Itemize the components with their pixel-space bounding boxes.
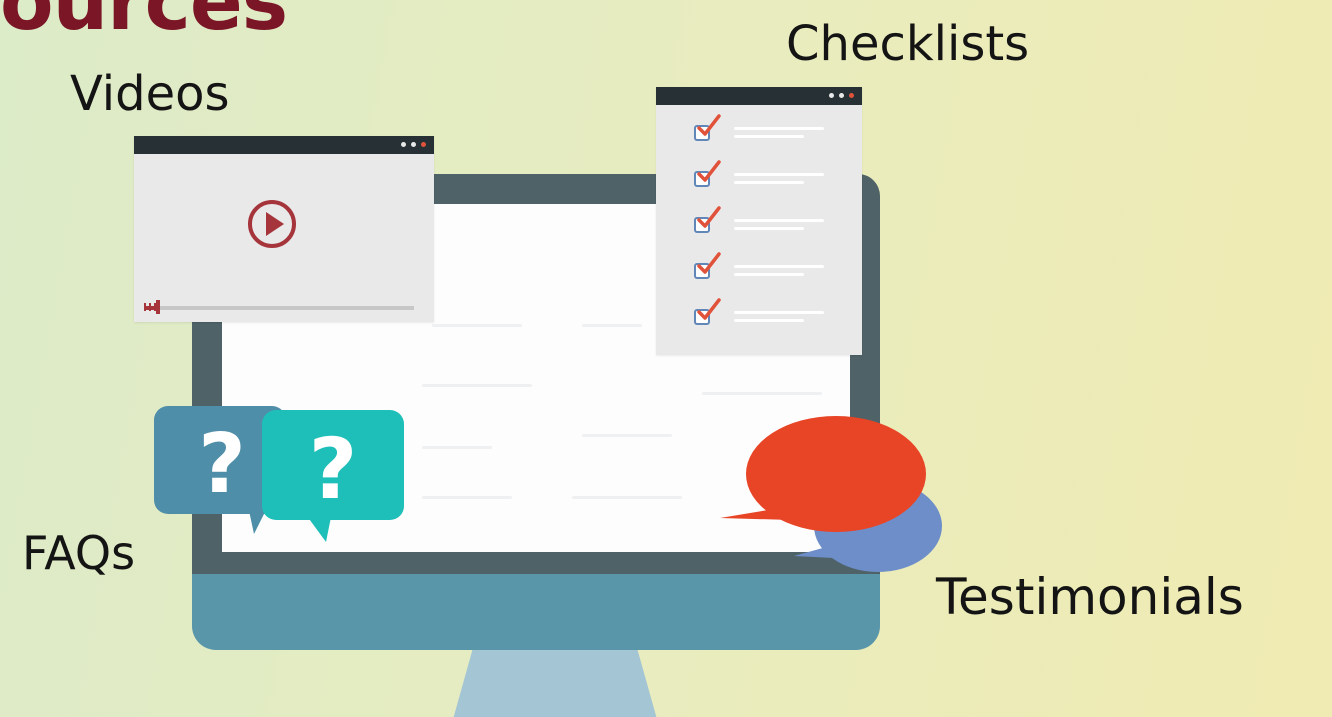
screen-text-line xyxy=(432,324,522,327)
video-progress-bar[interactable] xyxy=(146,306,414,310)
faq-bubbles: ? ? xyxy=(154,406,404,542)
screen-text-line xyxy=(422,496,512,499)
window-dot-icon xyxy=(829,93,834,98)
testimonial-bubbles xyxy=(720,416,942,572)
screen-text-line xyxy=(702,392,822,395)
checklist-line xyxy=(734,227,804,230)
checklist-line xyxy=(734,181,804,184)
window-titlebar xyxy=(134,136,434,154)
screen-text-line xyxy=(582,324,642,327)
checklist-item[interactable] xyxy=(694,206,844,237)
window-dot-icon xyxy=(839,93,844,98)
speech-bubble-icon xyxy=(720,416,926,532)
progress-tick-marks xyxy=(144,303,156,311)
play-icon[interactable] xyxy=(246,198,298,250)
question-bubble-icon: ? xyxy=(262,410,404,542)
monitor-chin xyxy=(192,574,880,650)
checklist-item[interactable] xyxy=(694,298,844,329)
checklist-line xyxy=(734,319,804,322)
testimonials-label: Testimonials xyxy=(936,568,1244,626)
window-titlebar xyxy=(656,87,862,105)
faq-question-mark: ? xyxy=(198,417,246,512)
checklist-line xyxy=(734,219,824,222)
checklists-label: Checklists xyxy=(786,16,1030,72)
window-close-icon xyxy=(421,142,426,147)
screen-text-line xyxy=(422,384,532,387)
checklist-line xyxy=(734,173,824,176)
check-mark-icon xyxy=(697,298,721,320)
checklist-line xyxy=(734,273,804,276)
checklist-line xyxy=(734,135,804,138)
checklist-window xyxy=(656,87,862,355)
videos-label: Videos xyxy=(70,66,230,122)
progress-handle[interactable] xyxy=(156,300,160,314)
check-mark-icon xyxy=(697,160,721,182)
faqs-label: FAQs xyxy=(22,526,136,580)
checklist-item[interactable] xyxy=(694,252,844,283)
checklist-line xyxy=(734,265,824,268)
video-window xyxy=(134,136,434,322)
checklist-line xyxy=(734,311,824,314)
window-dot-icon xyxy=(401,142,406,147)
monitor-stand xyxy=(450,640,660,717)
check-mark-icon xyxy=(697,252,721,274)
screen-text-line xyxy=(572,496,682,499)
page-title: ources xyxy=(0,0,288,48)
window-dot-icon xyxy=(411,142,416,147)
check-mark-icon xyxy=(697,114,721,136)
checklist-line xyxy=(734,127,824,130)
faq-question-mark: ? xyxy=(309,420,358,518)
window-close-icon xyxy=(849,93,854,98)
checklist-item[interactable] xyxy=(694,160,844,191)
checklist-item[interactable] xyxy=(694,114,844,145)
screen-text-line xyxy=(582,434,672,437)
screen-text-line xyxy=(422,446,492,449)
check-mark-icon xyxy=(697,206,721,228)
